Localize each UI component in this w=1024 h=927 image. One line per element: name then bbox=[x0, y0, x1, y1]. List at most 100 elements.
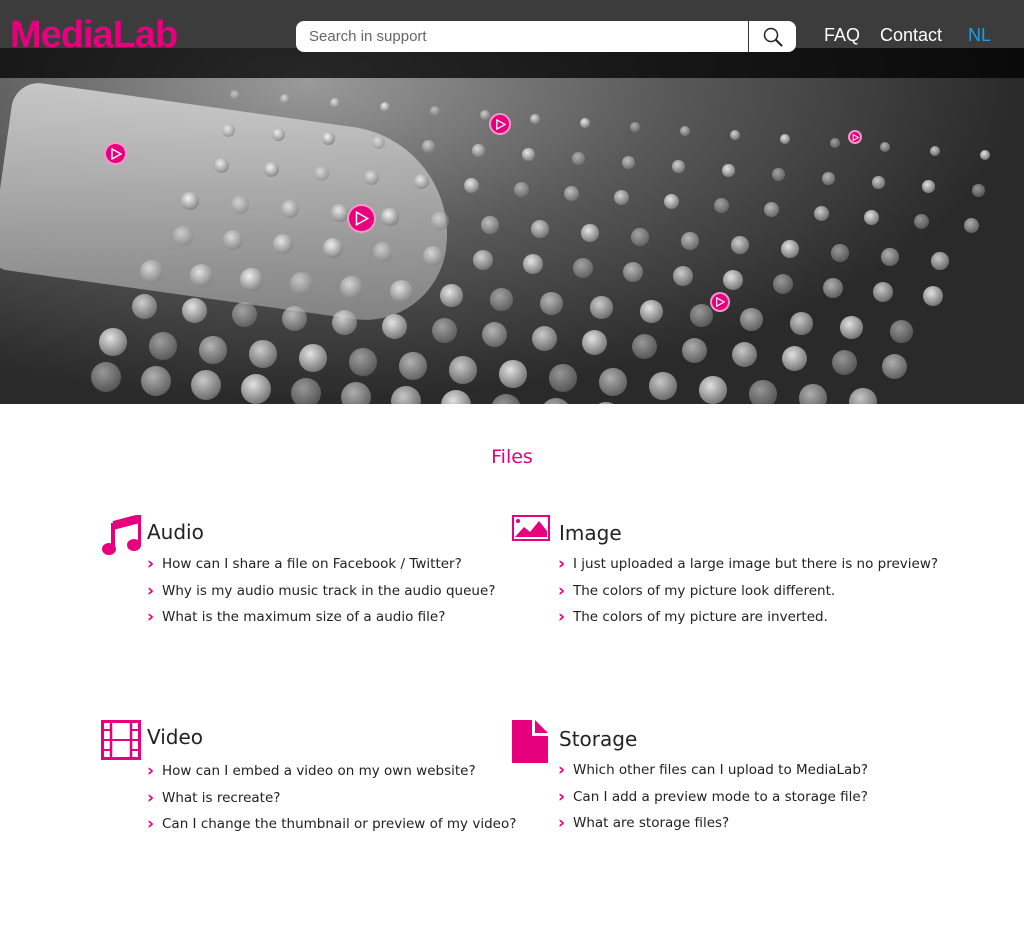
mixer-knob bbox=[914, 214, 929, 229]
mixer-knob bbox=[872, 176, 885, 189]
play-button[interactable] bbox=[489, 113, 511, 135]
chevron-right-icon: › bbox=[147, 787, 155, 808]
mixer-knob bbox=[590, 296, 613, 319]
search-button[interactable] bbox=[748, 21, 796, 52]
mixer-knob bbox=[422, 140, 435, 153]
question-link[interactable]: › The colors of my picture look different… bbox=[558, 578, 938, 605]
mixer-knob bbox=[464, 178, 479, 193]
question-link[interactable]: › Can I change the thumbnail or preview o… bbox=[147, 811, 516, 838]
mixer-knob bbox=[281, 200, 299, 218]
mixer-knob bbox=[980, 150, 990, 160]
mixer-knob bbox=[922, 180, 935, 193]
nav-language-nl[interactable]: NL bbox=[968, 25, 991, 46]
nav-contact[interactable]: Contact bbox=[880, 25, 942, 46]
mixer-knob bbox=[532, 326, 557, 351]
mixer-knob bbox=[673, 266, 693, 286]
chevron-right-icon: › bbox=[147, 554, 155, 575]
mixer-knob bbox=[149, 332, 177, 360]
play-button[interactable] bbox=[710, 292, 730, 312]
question-link[interactable]: › What is the maximum size of a audio fil… bbox=[147, 604, 495, 631]
mixer-knob bbox=[99, 328, 127, 356]
mixer-knob bbox=[781, 240, 799, 258]
question-link[interactable]: › How can I share a file on Facebook / Tw… bbox=[147, 551, 495, 578]
mixer-knob bbox=[441, 390, 471, 404]
mixer-knob bbox=[472, 144, 485, 157]
chevron-right-icon: › bbox=[558, 786, 566, 807]
mixer-knob bbox=[582, 330, 607, 355]
question-link[interactable]: › Can I add a preview mode to a storage f… bbox=[558, 784, 868, 811]
mixer-knob bbox=[280, 94, 290, 104]
mixer-knob bbox=[840, 316, 863, 339]
mixer-knob bbox=[632, 334, 657, 359]
category-title: Video bbox=[147, 725, 204, 749]
nav-faq[interactable]: FAQ bbox=[824, 25, 860, 46]
mixer-knob bbox=[664, 194, 679, 209]
play-button[interactable] bbox=[347, 204, 376, 233]
mixer-knob bbox=[190, 264, 213, 287]
play-icon bbox=[716, 297, 725, 307]
mixer-knob bbox=[323, 238, 343, 258]
film-icon bbox=[101, 720, 141, 760]
mixer-knob bbox=[199, 336, 227, 364]
mixer-knob bbox=[440, 284, 463, 307]
mixer-knob bbox=[682, 338, 707, 363]
mixer-knob bbox=[822, 172, 835, 185]
mixer-knob bbox=[249, 340, 277, 368]
mixer-knob bbox=[564, 186, 579, 201]
question-link[interactable]: › The colors of my picture are inverted. bbox=[558, 604, 938, 631]
music-note-icon bbox=[102, 515, 141, 555]
chevron-right-icon: › bbox=[558, 554, 566, 575]
mixer-knob bbox=[972, 184, 985, 197]
mixer-knob bbox=[814, 206, 829, 221]
search-input[interactable] bbox=[296, 21, 748, 52]
mixer-knob bbox=[490, 288, 513, 311]
chevron-right-icon: › bbox=[558, 607, 566, 628]
play-button[interactable] bbox=[848, 130, 862, 144]
question-link[interactable]: › How can I embed a video on my own websi… bbox=[147, 758, 516, 785]
mixer-knob bbox=[732, 342, 757, 367]
mixer-knob bbox=[923, 286, 943, 306]
mixer-knob bbox=[382, 314, 407, 339]
mixer-knob bbox=[314, 166, 329, 181]
play-icon bbox=[110, 147, 122, 160]
mixer-knob bbox=[381, 208, 399, 226]
mixer-knob bbox=[832, 350, 857, 375]
mixer-knob bbox=[573, 258, 593, 278]
play-button[interactable] bbox=[104, 142, 127, 165]
mixer-knob bbox=[599, 368, 627, 396]
mixer-knob bbox=[514, 182, 529, 197]
mixer-knob bbox=[232, 302, 257, 327]
mixer-knob bbox=[799, 384, 827, 404]
mixer-knob bbox=[614, 190, 629, 205]
play-icon bbox=[355, 211, 369, 226]
mixer-knob bbox=[482, 322, 507, 347]
logo[interactable]: MediaLab bbox=[10, 14, 178, 57]
mixer-knob bbox=[772, 168, 785, 181]
mixer-knob bbox=[740, 308, 763, 331]
question-link[interactable]: › Why is my audio music track in the audi… bbox=[147, 578, 495, 605]
mixer-knob bbox=[831, 244, 849, 262]
mixer-knob bbox=[340, 276, 363, 299]
question-link[interactable]: › I just uploaded a large image but there… bbox=[558, 551, 938, 578]
mixer-knob bbox=[640, 300, 663, 323]
mixer-knob bbox=[622, 156, 635, 169]
mixer-knob bbox=[222, 124, 235, 137]
question-list: › Which other files can I upload to Media… bbox=[558, 757, 868, 837]
play-icon bbox=[495, 118, 506, 130]
mixer-knob bbox=[790, 312, 813, 335]
question-link[interactable]: › What are storage files? bbox=[558, 810, 868, 837]
mixer-knob bbox=[414, 174, 429, 189]
play-icon bbox=[852, 133, 859, 141]
mixer-knob bbox=[132, 294, 157, 319]
mixer-knob bbox=[332, 310, 357, 335]
mixer-knob bbox=[780, 134, 790, 144]
search-bar bbox=[296, 21, 796, 52]
mixer-knob bbox=[572, 152, 585, 165]
mixer-knob bbox=[431, 212, 449, 230]
mixer-knob bbox=[282, 306, 307, 331]
question-link[interactable]: › Which other files can I upload to Media… bbox=[558, 757, 868, 784]
question-link[interactable]: › What is recreate? bbox=[147, 785, 516, 812]
mixer-knob bbox=[473, 250, 493, 270]
mixer-knob bbox=[541, 398, 571, 404]
mixer-knob bbox=[181, 192, 199, 210]
